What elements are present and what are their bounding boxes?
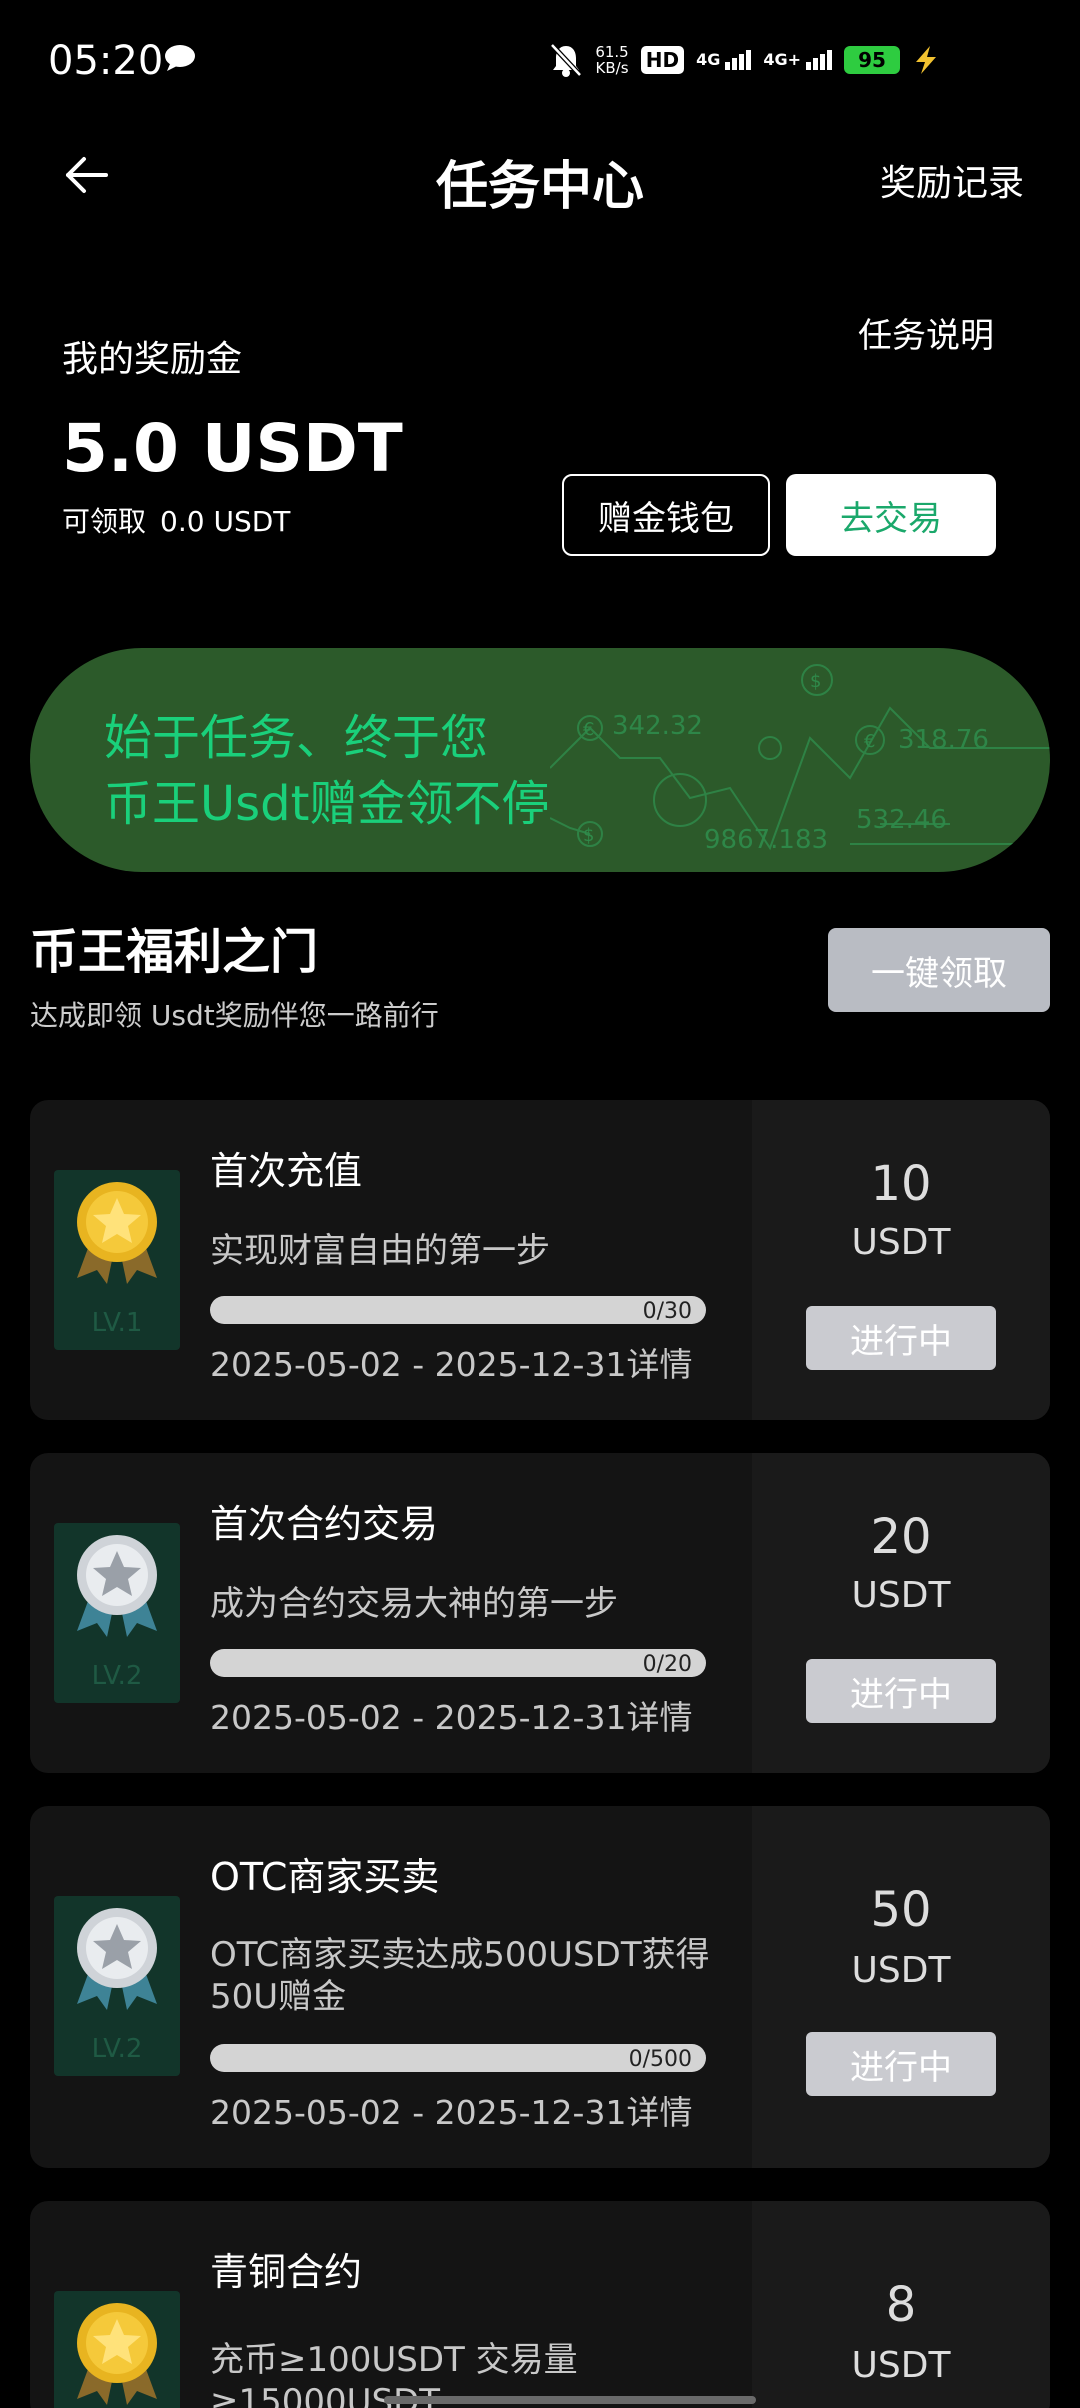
reward-unit: USDT (851, 2345, 951, 2386)
home-indicator[interactable] (384, 2396, 756, 2404)
claimable-value: 0.0 USDT (160, 505, 291, 538)
gold-medal-icon (77, 2303, 157, 2405)
task-status-button[interactable]: 进行中 (806, 1306, 996, 1370)
hd-badge: HD (640, 46, 685, 74)
banner-subline: 币王Usdt赠金领不停 (104, 776, 550, 832)
progress-text: 0/500 (628, 2047, 692, 2072)
task-name: 首次合约交易 (210, 1502, 439, 1546)
go-trade-button[interactable]: 去交易 (786, 474, 996, 556)
dollar-icon: $ (810, 671, 821, 692)
network-speed-value: 61.5 (595, 43, 629, 61)
reward-value: 10 (870, 1156, 932, 1212)
claimable-amount: 可领取 0.0 USDT (62, 500, 304, 540)
medal-badge: LV.2 (54, 1523, 180, 1703)
task-description-link[interactable]: 任务说明 (858, 308, 994, 357)
reward-value: 20 (870, 1509, 932, 1565)
charging-bolt-icon (916, 46, 936, 74)
task-progress-bar: 0/20 (210, 1649, 706, 1677)
medal-level: LV.1 (91, 1308, 143, 1338)
task-name: 青铜合约 (210, 2250, 363, 2294)
network-speed: 61.5 KB/s (595, 44, 628, 76)
signal-sim2-icon: 4G+ (763, 50, 832, 70)
task-card[interactable]: LV.2 OTC商家买卖 OTC商家买卖达成500USDT获得50U赠金 0/5… (30, 1806, 1050, 2168)
chat-bubble-icon (165, 45, 195, 71)
reward-record-link[interactable]: 奖励记录 (880, 154, 1024, 206)
bonus-wallet-button[interactable]: 赠金钱包 (562, 474, 770, 556)
bonus-label: 我的奖励金 (62, 339, 243, 380)
banner-figure-4: 532.46 (856, 805, 947, 835)
dollar-icon: $ (583, 825, 594, 846)
bonus-amount: 5.0 USDT (62, 410, 403, 487)
task-name: 首次充值 (210, 1149, 363, 1193)
claimable-label: 可领取 (62, 505, 147, 538)
task-description: 成为合约交易大神的第一步 (210, 1584, 618, 1624)
reward-unit: USDT (851, 1222, 951, 1263)
banner-chart-illustration: 342.32 318.76 9867.183 532.46 $ € € $ (550, 664, 1050, 855)
medal-badge (54, 2291, 180, 2408)
progress-text: 0/30 (642, 1299, 692, 1324)
signal-sim1-icon: 4G (696, 50, 752, 70)
sim2-label: 4G+ (763, 50, 801, 69)
task-card[interactable]: LV.2 首次合约交易 成为合约交易大神的第一步 0/20 2025-05-02… (30, 1453, 1050, 1773)
battery-icon: 95 (844, 46, 900, 74)
task-card[interactable]: LV.1 首次充值 实现财富自由的第一步 0/30 2025-05-02 - 2… (30, 1100, 1050, 1420)
task-card[interactable]: 青铜合约 充币≥100USDT 交易量≥15000USDT 8 USDT (30, 2201, 1050, 2408)
bell-off-icon (550, 43, 583, 77)
status-time: 05:20 (48, 38, 164, 84)
task-dates[interactable]: 2025-05-02 - 2025-12-31详情 (210, 1338, 692, 1386)
progress-text: 0/20 (642, 1652, 692, 1677)
reward-unit: USDT (851, 1950, 951, 1991)
welfare-subtitle: 达成即领 Usdt奖励伴您一路前行 (30, 999, 439, 1032)
network-speed-unit: KB/s (595, 59, 629, 77)
euro-icon: € (864, 731, 875, 752)
reward-value: 50 (870, 1882, 932, 1938)
task-progress-bar: 0/500 (210, 2044, 706, 2072)
reward-unit: USDT (851, 1575, 951, 1616)
promo-banner[interactable]: 始于任务、终于您 币王Usdt赠金领不停 342.32 318.76 9867.… (30, 648, 1050, 872)
task-dates[interactable]: 2025-05-02 - 2025-12-31详情 (210, 2086, 692, 2134)
reward-value: 8 (885, 2277, 917, 2333)
task-progress-bar: 0/30 (210, 1296, 706, 1324)
banner-figure-2: 318.76 (898, 725, 989, 755)
task-status-button[interactable]: 进行中 (806, 2032, 996, 2096)
banner-figure-3: 9867.183 (704, 825, 828, 855)
medal-level: LV.2 (91, 1661, 143, 1691)
banner-headline: 始于任务、终于您 (104, 710, 489, 766)
euro-icon: € (583, 719, 594, 740)
task-status-button[interactable]: 进行中 (806, 1659, 996, 1723)
task-description: 实现财富自由的第一步 (210, 1231, 550, 1271)
medal-level: LV.2 (91, 2034, 143, 2064)
task-name: OTC商家买卖 (210, 1855, 440, 1899)
banner-figure-1: 342.32 (612, 711, 703, 741)
claim-all-button[interactable]: 一键领取 (828, 928, 1050, 1012)
status-bar: 05:20 61.5 KB/s HD 4G 4G+ 95 (0, 0, 1080, 120)
gold-medal-icon (77, 1182, 157, 1284)
sim1-label: 4G (696, 50, 721, 69)
welfare-title: 币王福利之门 (30, 924, 319, 980)
medal-badge: LV.2 (54, 1896, 180, 2076)
silver-medal-icon (77, 1535, 157, 1637)
task-dates[interactable]: 2025-05-02 - 2025-12-31详情 (210, 1691, 692, 1739)
medal-badge: LV.1 (54, 1170, 180, 1350)
silver-medal-icon (77, 1908, 157, 2010)
task-description: OTC商家买卖达成500USDT获得50U赠金 (210, 1935, 710, 2017)
